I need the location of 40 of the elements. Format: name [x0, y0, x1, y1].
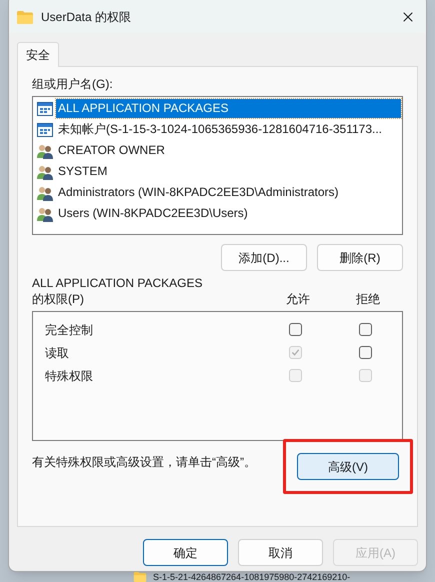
- advanced-button[interactable]: 高级(V): [297, 453, 399, 480]
- users-icon: [37, 164, 53, 180]
- principal-list[interactable]: ALL APPLICATION PACKAGES 未知帐户(S-1-15-3-1024-1065365936-1281604716-351173... CREATOR OWNER SYSTEM Administrators (WIN-8KPADC2EE3D\Administrators) Users (WIN-8KPADC2EE3D\Users): [32, 96, 403, 235]
- users-icon: [37, 184, 53, 200]
- principal-name: Users (WIN-8KPADC2EE3D\Users): [57, 205, 249, 222]
- column-header: 拒绝: [355, 291, 381, 307]
- list-item[interactable]: Users (WIN-8KPADC2EE3D\Users): [34, 203, 401, 224]
- app-window-icon: [37, 100, 53, 116]
- folder-icon: [133, 572, 147, 582]
- principal-name: SYSTEM: [57, 163, 108, 180]
- column-header: 允许: [285, 291, 311, 307]
- principal-button[interactable]: 删除(R): [317, 244, 403, 271]
- list-item[interactable]: SYSTEM: [34, 161, 401, 182]
- check-icon: [290, 348, 300, 357]
- list-item[interactable]: 未知帐户(S-1-15-3-1024-1065365936-1281604716-351173...: [34, 119, 401, 140]
- checkbox[interactable]: [288, 323, 302, 336]
- permission-name: 特殊权限: [45, 368, 94, 384]
- advanced-hint: 有关特殊权限或高级设置，请单击“高级”。: [32, 454, 257, 471]
- group-list-label: 组或用户名(G):: [32, 76, 114, 93]
- users-icon: [37, 206, 53, 222]
- permissions-label: 的权限(P): [32, 291, 85, 307]
- background-file-name: S-1-5-21-4264867264-1081975980-2742169210-: [153, 572, 350, 582]
- checkbox[interactable]: [358, 346, 372, 359]
- users-icon: [37, 142, 53, 158]
- checkbox[interactable]: [358, 323, 372, 336]
- permission-name: 读取: [45, 344, 70, 362]
- window-title: UserData 的权限: [41, 9, 132, 26]
- permissions-title: ALL APPLICATION PACKAGES: [32, 275, 204, 291]
- principal-button[interactable]: 添加(D)...: [221, 244, 307, 271]
- dialog-button[interactable]: 确定: [143, 539, 228, 566]
- list-item[interactable]: Administrators (WIN-8KPADC2EE3D\Administrators): [34, 182, 401, 203]
- list-item[interactable]: CREATOR OWNER: [34, 140, 401, 161]
- folder-icon: [17, 10, 33, 24]
- principal-name: Administrators (WIN-8KPADC2EE3D\Administrators): [57, 184, 340, 201]
- permission-name: 完全控制: [45, 322, 94, 338]
- dialog-button[interactable]: 取消: [238, 539, 323, 566]
- app-window-icon: [37, 122, 53, 138]
- principal-name: CREATOR OWNER: [57, 142, 166, 159]
- principal-name: 未知帐户(S-1-15-3-1024-1065365936-1281604716-351173...: [57, 121, 383, 138]
- tab[interactable]: 安全: [17, 42, 59, 67]
